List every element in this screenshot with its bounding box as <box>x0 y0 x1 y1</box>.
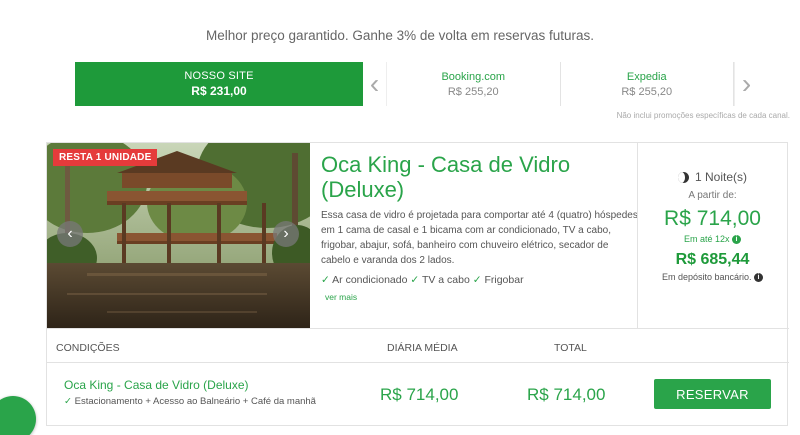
room-amenities: ✓ Ar condicionado ✓ TV a cabo ✓ Frigobar <box>321 274 639 286</box>
see-more-link[interactable]: ver mais <box>325 292 639 302</box>
check-icon: ✓ <box>64 396 72 407</box>
tagline: Melhor preço garantido. Ganhe 3% de volt… <box>206 28 594 43</box>
bank-deposit-info: Em depósito bancário. i <box>638 272 787 283</box>
price-comparison-bar: NOSSO SITE R$ 231,00 ‹ Booking.com R$ 25… <box>75 62 758 106</box>
installments-info: Em até 12x i <box>638 234 787 245</box>
room-price: R$ 714,00 <box>664 207 761 230</box>
room-info: Oca King - Casa de Vidro (Deluxe) Essa c… <box>321 143 639 328</box>
price-summary: 1 Noite(s) A partir de: R$ 714,00 Em até… <box>637 143 787 328</box>
amenity-item: Ar condicionado <box>332 274 408 286</box>
availability-badge: RESTA 1 UNIDADE <box>53 149 158 166</box>
bank-deposit-price: R$ 685,44 <box>675 251 750 269</box>
room-title[interactable]: Oca King - Casa de Vidro (Deluxe) <box>321 152 639 202</box>
header-daily-average: DIÁRIA MÉDIA <box>387 342 458 354</box>
our-site-value: R$ 231,00 <box>191 84 247 98</box>
chat-button[interactable] <box>0 396 36 435</box>
competitor-price: R$ 255,20 <box>447 85 499 98</box>
rate-total-price: R$ 714,00 <box>527 385 606 404</box>
conditions-header: CONDIÇÕES DIÁRIA MÉDIA TOTAL <box>47 328 789 363</box>
competitor-label: Booking.com <box>441 70 506 83</box>
conditions-row: Oca King - Casa de Vidro (Deluxe) ✓ Esta… <box>47 363 789 427</box>
room-photo[interactable]: RESTA 1 UNIDADE ‹ › <box>47 143 310 328</box>
competitor-booking: Booking.com R$ 255,20 <box>387 62 561 106</box>
competitor-price: R$ 255,20 <box>621 85 673 98</box>
rate-includes: ✓ Estacionamento + Acesso ao Balneário +… <box>64 396 316 407</box>
chevron-right-icon[interactable]: › <box>734 62 758 106</box>
competitor-expedia: Expedia R$ 255,20 <box>561 62 734 106</box>
header-conditions: CONDIÇÕES <box>56 342 120 354</box>
competitor-label: Expedia <box>626 70 667 83</box>
room-card: RESTA 1 UNIDADE ‹ › Oca King - Casa de V… <box>46 142 789 427</box>
nights-count: 1 Noite(s) <box>638 170 787 184</box>
rate-daily-price: R$ 714,00 <box>380 385 459 404</box>
room-description: Essa casa de vidro é projetada para comp… <box>321 210 638 266</box>
photo-prev-button[interactable]: ‹ <box>57 221 83 247</box>
moon-icon <box>677 171 689 183</box>
from-label: A partir de: <box>688 190 737 201</box>
amenity-item: TV a cabo <box>421 274 470 286</box>
photo-next-button[interactable]: › <box>273 221 299 247</box>
chevron-left-icon[interactable]: ‹ <box>363 62 387 106</box>
installments-label: Em até 12x <box>683 234 730 244</box>
bank-deposit-label: Em depósito bancário. <box>661 272 752 283</box>
our-site-price[interactable]: NOSSO SITE R$ 231,00 <box>75 62 363 106</box>
nights-label: 1 Noite(s) <box>694 170 747 184</box>
amenity-item: Frigobar <box>484 274 524 286</box>
rate-name[interactable]: Oca King - Casa de Vidro (Deluxe) <box>64 378 249 392</box>
rate-includes-label: Estacionamento + Acesso ao Balneário + C… <box>74 396 316 407</box>
check-icon: ✓ <box>321 274 330 286</box>
our-site-label: NOSSO SITE <box>184 70 254 82</box>
room-photo-image <box>47 143 310 328</box>
check-icon: ✓ <box>472 274 482 286</box>
header-total: TOTAL <box>554 342 587 354</box>
reserve-button[interactable]: RESERVAR <box>654 379 771 409</box>
comparison-note: Não inclui promoções específicas de cada… <box>616 111 790 120</box>
info-icon[interactable]: i <box>732 235 742 245</box>
check-icon: ✓ <box>410 274 420 286</box>
info-icon[interactable]: i <box>754 273 764 283</box>
